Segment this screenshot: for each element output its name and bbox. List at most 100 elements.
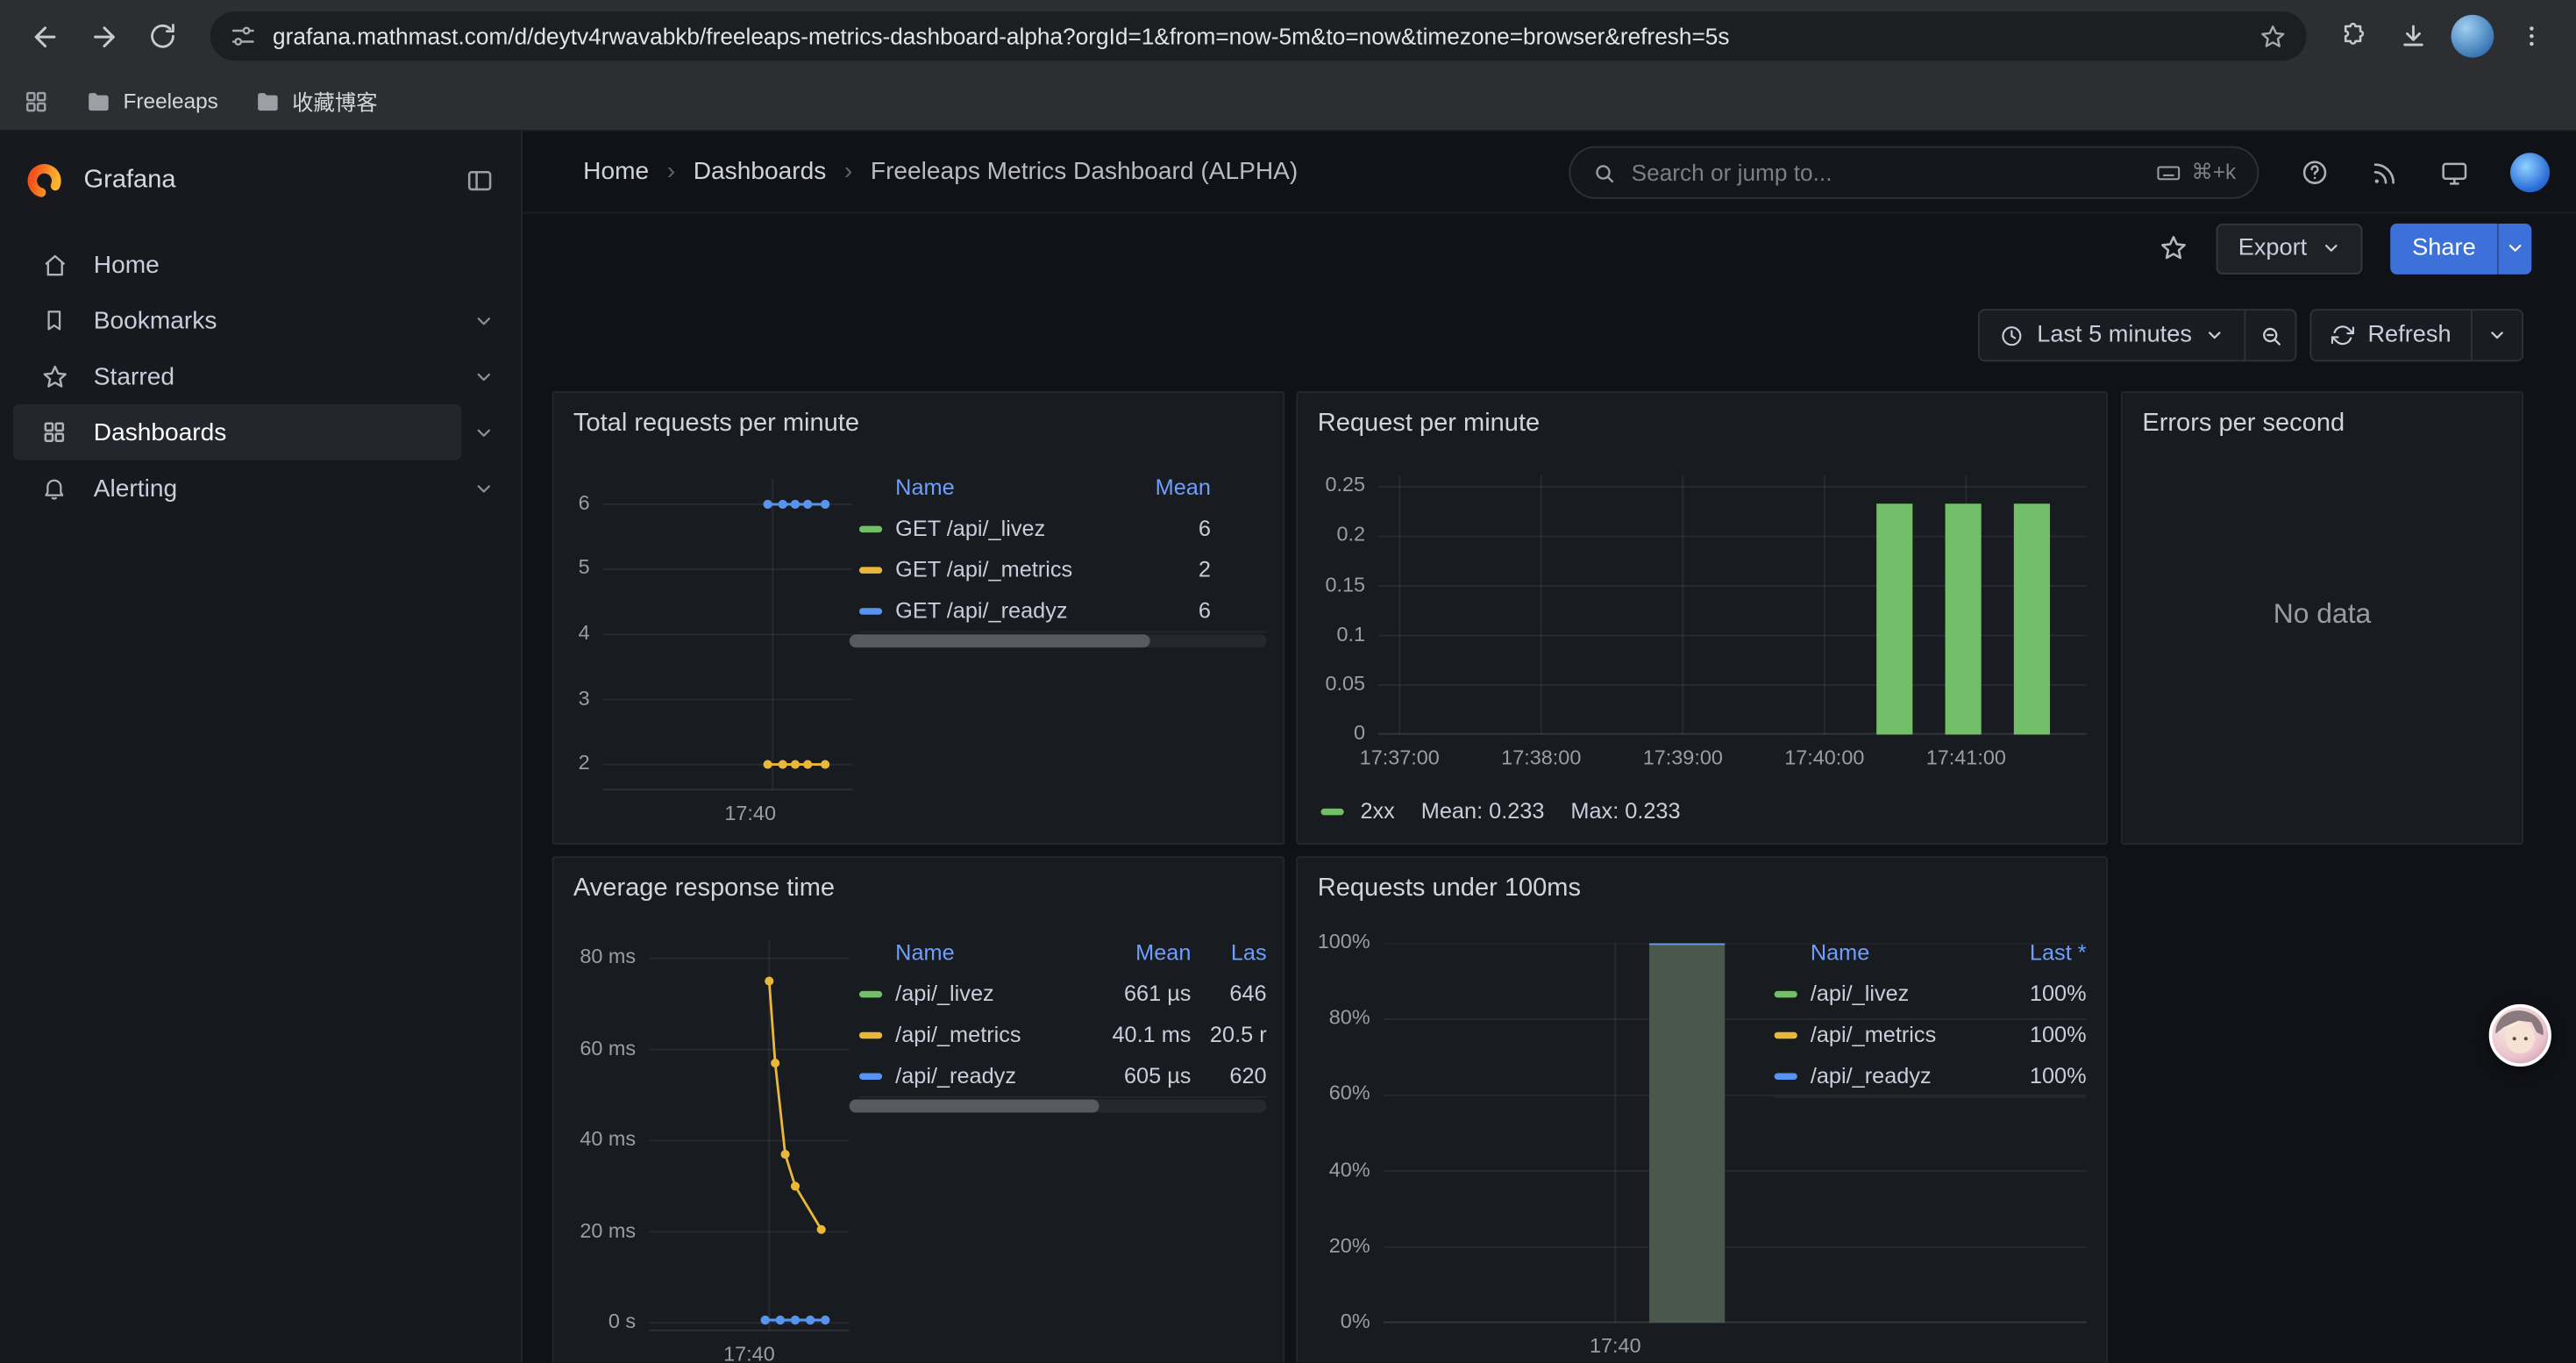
legend: 2xx Mean: 0.233 Max: 0.233 <box>1320 799 1680 824</box>
favorite-star-icon[interactable] <box>2160 233 2189 263</box>
chevron-down-icon[interactable] <box>462 366 505 387</box>
panel-title[interactable]: Request per minute <box>1298 393 2106 439</box>
rss-icon[interactable] <box>2371 159 2399 187</box>
series-name[interactable]: /api/_readyz <box>1811 1063 1932 1088</box>
panel-title[interactable]: Errors per second <box>2123 393 2522 439</box>
time-range-picker[interactable]: Last 5 minutes <box>1978 309 2246 361</box>
bell-icon <box>39 475 69 502</box>
site-settings-icon[interactable] <box>230 23 256 49</box>
chevron-down-icon[interactable] <box>462 422 505 443</box>
legend-column-header[interactable]: Las <box>1191 939 1266 964</box>
legend-column-header[interactable]: Name <box>1775 939 1985 964</box>
y-axis-tick: 4 <box>552 621 590 644</box>
search-input[interactable]: Search or jump to... ⌘+k <box>1569 146 2259 199</box>
bookmark-star-icon[interactable] <box>2259 22 2287 50</box>
y-axis-tick: 60% <box>1296 1082 1370 1105</box>
back-icon[interactable] <box>17 8 73 64</box>
legend-scrollbar[interactable] <box>850 1100 1267 1113</box>
sidebar-nav: Home Bookmarks Starred <box>0 237 521 517</box>
search-placeholder: Search or jump to... <box>1632 160 2141 186</box>
user-avatar[interactable] <box>2510 153 2550 192</box>
refresh-label: Refresh <box>2367 322 2451 348</box>
home-icon <box>39 251 69 279</box>
breadcrumb-dashboards[interactable]: Dashboards <box>694 158 827 186</box>
export-label: Export <box>2238 235 2308 261</box>
bookmark-folder[interactable]: 收藏博客 <box>254 85 378 117</box>
series-name[interactable]: /api/_readyz <box>895 1063 1016 1088</box>
panel-title[interactable]: Requests under 100ms <box>1298 858 2106 903</box>
y-axis-tick: 3 <box>552 686 590 709</box>
series-name[interactable]: GET /api/_metrics <box>895 557 1072 582</box>
reload-icon[interactable] <box>135 8 191 64</box>
series-name[interactable]: /api/_livez <box>895 981 994 1006</box>
zoom-out-icon <box>2259 323 2283 347</box>
chevron-down-icon[interactable] <box>462 310 505 331</box>
refresh-button[interactable]: Refresh <box>2310 309 2473 361</box>
breadcrumb-home[interactable]: Home <box>583 158 649 186</box>
apps-grid-icon[interactable] <box>23 88 49 114</box>
panel-total-requests-per-minute: Total requests per minute NameMean GET /a… <box>552 391 1285 845</box>
legend-column-header[interactable]: Mean <box>1119 475 1211 499</box>
legend-column-header[interactable]: Mean <box>1086 939 1192 964</box>
panel-title[interactable]: Total requests per minute <box>553 393 1283 439</box>
legend-table: NameMeanGET /api/_livez6GET /api/_metric… <box>859 465 1267 632</box>
sidebar-item-starred[interactable]: Starred <box>0 348 521 404</box>
sidebar-item-bookmarks[interactable]: Bookmarks <box>0 293 521 349</box>
panel-title[interactable]: Average response time <box>553 858 1283 903</box>
browser-profile-avatar[interactable] <box>2451 15 2494 58</box>
sidebar-item-home[interactable]: Home <box>0 237 521 293</box>
bar-chart[interactable] <box>1378 475 2087 735</box>
collapse-sidebar-icon[interactable] <box>465 166 495 196</box>
forward-icon[interactable] <box>75 8 132 64</box>
menu-kebab-icon[interactable] <box>2504 8 2560 64</box>
share-button[interactable]: Share <box>2391 223 2497 274</box>
downloads-icon[interactable] <box>2386 8 2442 64</box>
series-color-icon <box>1775 1073 1797 1079</box>
panel-request-per-minute: Request per minute 2xx Mean: 0.233 Max: … <box>1296 391 2108 845</box>
refresh-interval-chevron[interactable] <box>2471 309 2523 361</box>
floating-assistant-avatar[interactable] <box>2489 1004 2551 1067</box>
y-axis-tick: 40 ms <box>560 1127 636 1150</box>
bookmark-folder-label: Freeleaps <box>124 89 218 113</box>
series-name[interactable]: /api/_livez <box>1811 981 1910 1006</box>
y-axis-tick: 80% <box>1296 1006 1370 1029</box>
bookmark-folder-label: 收藏博客 <box>292 85 377 117</box>
main-area: Home › Dashboards › Freeleaps Metrics Da… <box>523 132 2576 1362</box>
legend-column-header[interactable]: Last * <box>1984 939 2086 964</box>
series-color-icon <box>859 1073 882 1079</box>
monitor-icon[interactable] <box>2439 158 2469 188</box>
series-name[interactable]: 2xx <box>1360 799 1394 824</box>
chevron-down-icon <box>2322 239 2341 258</box>
series-name[interactable]: GET /api/_readyz <box>895 598 1067 623</box>
grafana-logo[interactable] <box>26 162 62 198</box>
export-button[interactable]: Export <box>2217 223 2363 274</box>
legend-row: GET /api/_livez6 <box>859 508 1211 549</box>
legend-scrollbar[interactable] <box>850 634 1267 647</box>
chevron-down-icon[interactable] <box>462 477 505 498</box>
help-icon[interactable] <box>2300 158 2330 188</box>
zoom-out-button[interactable] <box>2245 309 2297 361</box>
share-menu-chevron[interactable] <box>2497 223 2531 274</box>
series-color-icon <box>859 990 882 996</box>
x-axis-tick: 17:40 <box>1590 1334 1641 1357</box>
extensions-icon[interactable] <box>2326 8 2382 64</box>
sidebar-brand: Grafana <box>0 148 521 214</box>
sidebar-item-label: Bookmarks <box>94 306 217 334</box>
legend-column-header[interactable]: Name <box>859 939 1086 964</box>
series-color-icon <box>859 1031 882 1038</box>
x-axis-tick: 17:41:00 <box>1926 746 2006 769</box>
share-split-button: Share <box>2391 223 2532 274</box>
series-name[interactable]: GET /api/_livez <box>895 516 1045 540</box>
series-value: 6 <box>1119 598 1211 623</box>
series-name[interactable]: /api/_metrics <box>895 1022 1021 1046</box>
url-text[interactable]: grafana.mathmast.com/d/deytv4rwavabkb/fr… <box>273 23 2243 49</box>
address-bar[interactable]: grafana.mathmast.com/d/deytv4rwavabkb/fr… <box>210 11 2307 61</box>
sidebar-item-dashboards[interactable]: Dashboards <box>0 404 521 460</box>
time-series-chart[interactable] <box>649 940 850 1331</box>
series-name[interactable]: /api/_metrics <box>1811 1022 1936 1046</box>
time-series-chart[interactable] <box>603 478 853 790</box>
legend-column-header[interactable]: Name <box>859 475 1119 499</box>
bookmark-folder[interactable]: Freeleaps <box>85 88 217 114</box>
series-color-icon <box>859 525 882 532</box>
sidebar-item-alerting[interactable]: Alerting <box>0 460 521 517</box>
